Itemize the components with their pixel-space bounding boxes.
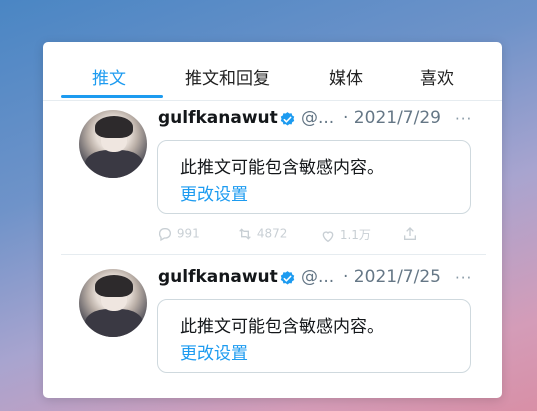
tab-media[interactable]: 媒体 [329, 64, 363, 89]
like-count: 1.1万 [339, 228, 371, 242]
sensitive-content-notice: 此推文可能包含敏感内容。 更改设置 [157, 299, 471, 373]
avatar[interactable] [79, 269, 147, 337]
reply-count: 991 [176, 226, 200, 241]
retweet-button[interactable]: 4872 [237, 226, 287, 242]
reply-button[interactable]: 991 [157, 226, 200, 242]
tweet-date[interactable]: · 2021/7/25 [343, 267, 441, 287]
sensitive-content-message: 此推文可能包含敏感内容。 [180, 158, 384, 178]
verified-badge-icon [280, 271, 295, 285]
share-icon [404, 227, 416, 240]
retweet-icon [239, 228, 251, 240]
reply-icon [158, 228, 171, 242]
like-icon [322, 230, 334, 242]
sensitive-content-notice: 此推文可能包含敏感内容。 更改设置 [157, 140, 471, 214]
like-button[interactable]: 1.1万 [320, 226, 371, 244]
tab-tweets[interactable]: 推文 [92, 64, 126, 89]
more-icon[interactable]: ··· [455, 110, 472, 128]
profile-tabs: 推文 推文和回复 媒体 喜欢 [43, 42, 502, 101]
tweet-item[interactable]: gulfkanawut @... · 2021/7/25 ··· 此推文可能包含… [43, 255, 502, 398]
tab-tweets-and-replies[interactable]: 推文和回复 [185, 64, 270, 89]
share-button[interactable] [402, 226, 418, 242]
more-icon[interactable]: ··· [455, 269, 472, 287]
tweet-item[interactable]: gulfkanawut @... · 2021/7/29 ··· 此推文可能包含… [43, 100, 502, 255]
author-name[interactable]: gulfkanawut [158, 108, 278, 128]
sensitive-content-message: 此推文可能包含敏感内容。 [180, 317, 384, 337]
active-tab-indicator [61, 95, 163, 98]
avatar[interactable] [79, 110, 147, 178]
author-handle[interactable]: @... [301, 267, 334, 287]
tweet-actions: 991 4872 1.1万 [157, 226, 477, 248]
tweet-date[interactable]: · 2021/7/29 [343, 108, 441, 128]
tab-likes[interactable]: 喜欢 [420, 64, 454, 89]
change-settings-link[interactable]: 更改设置 [180, 339, 248, 364]
author-name[interactable]: gulfkanawut [158, 267, 278, 287]
author-handle[interactable]: @... [301, 108, 334, 128]
change-settings-link[interactable]: 更改设置 [180, 180, 248, 205]
verified-badge-icon [280, 112, 295, 126]
retweet-count: 4872 [256, 226, 288, 241]
profile-timeline-card: 推文 推文和回复 媒体 喜欢 gulfkanawut @... · 2021/7… [43, 42, 502, 398]
